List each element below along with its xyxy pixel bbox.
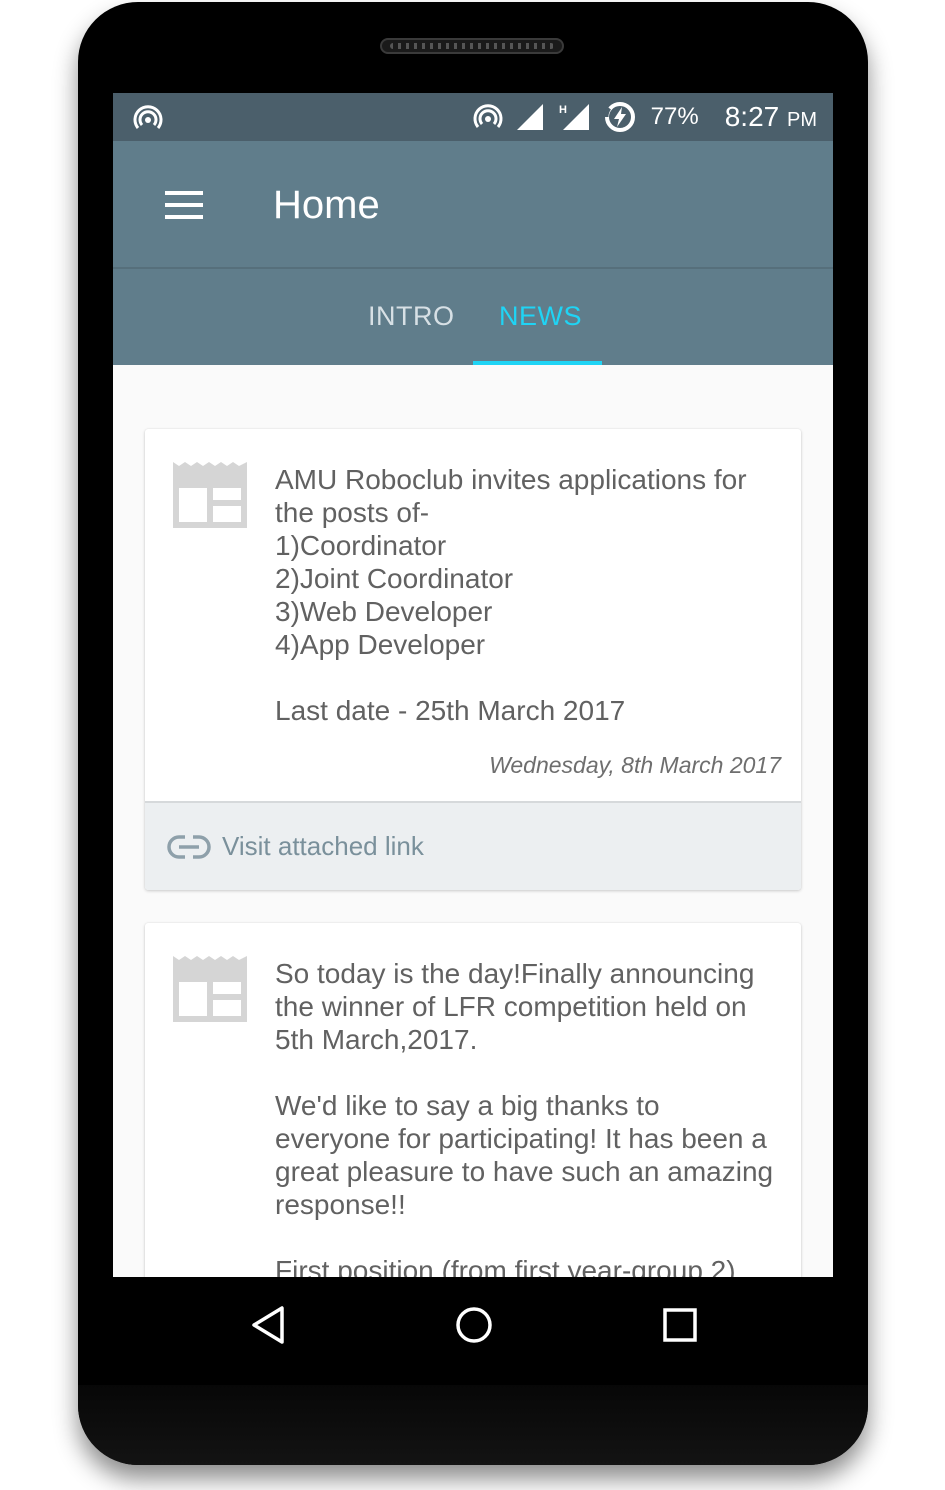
back-icon[interactable] <box>248 1303 292 1347</box>
clock: 8:27 PM <box>725 101 817 133</box>
recent-apps-icon[interactable] <box>658 1303 702 1347</box>
clock-time: 8:27 <box>724 101 780 132</box>
navigation-bar <box>113 1277 833 1373</box>
svg-text:H: H <box>559 104 567 116</box>
tab-news[interactable]: NEWS <box>499 301 582 332</box>
news-text: AMU Roboclub invites applications for th… <box>275 464 747 726</box>
news-card: AMU Roboclub invites applications for th… <box>145 429 801 890</box>
tab-bar: INTRO NEWS <box>113 269 833 365</box>
visit-link-button[interactable]: Visit attached link <box>145 801 801 890</box>
phone-screen: H 77% 8:27 PM Home INTRO NEWS AMU Robocl… <box>113 93 833 1277</box>
phone-bottom <box>78 1385 868 1465</box>
battery-percentage: 77% <box>650 103 699 130</box>
home-icon[interactable] <box>452 1303 496 1347</box>
app-bar: Home <box>113 141 833 269</box>
hotspot-icon <box>133 105 163 129</box>
signal-h-icon: H <box>559 104 589 130</box>
news-card: So today is the day!Finally announcing t… <box>145 923 801 1277</box>
link-icon <box>167 835 211 859</box>
page-title: Home <box>273 183 380 227</box>
newspaper-icon <box>173 462 247 528</box>
phone-speaker <box>380 38 564 54</box>
battery-charging-icon <box>603 102 635 132</box>
status-icons: H 77% 8:27 PM <box>473 93 817 141</box>
news-date: Wednesday, 8th March 2017 <box>489 752 781 778</box>
clock-suffix: PM <box>787 109 817 131</box>
news-text: So today is the day!Finally announcing t… <box>275 958 774 1277</box>
status-bar: H 77% 8:27 PM <box>113 93 833 141</box>
active-tab-indicator <box>473 361 602 365</box>
signal-icon <box>516 104 543 130</box>
tab-intro[interactable]: INTRO <box>368 301 455 332</box>
visit-link-label: Visit attached link <box>222 831 424 861</box>
hamburger-menu-icon[interactable] <box>163 189 203 221</box>
hotspot-icon <box>473 104 503 128</box>
newspaper-icon <box>173 956 247 1022</box>
